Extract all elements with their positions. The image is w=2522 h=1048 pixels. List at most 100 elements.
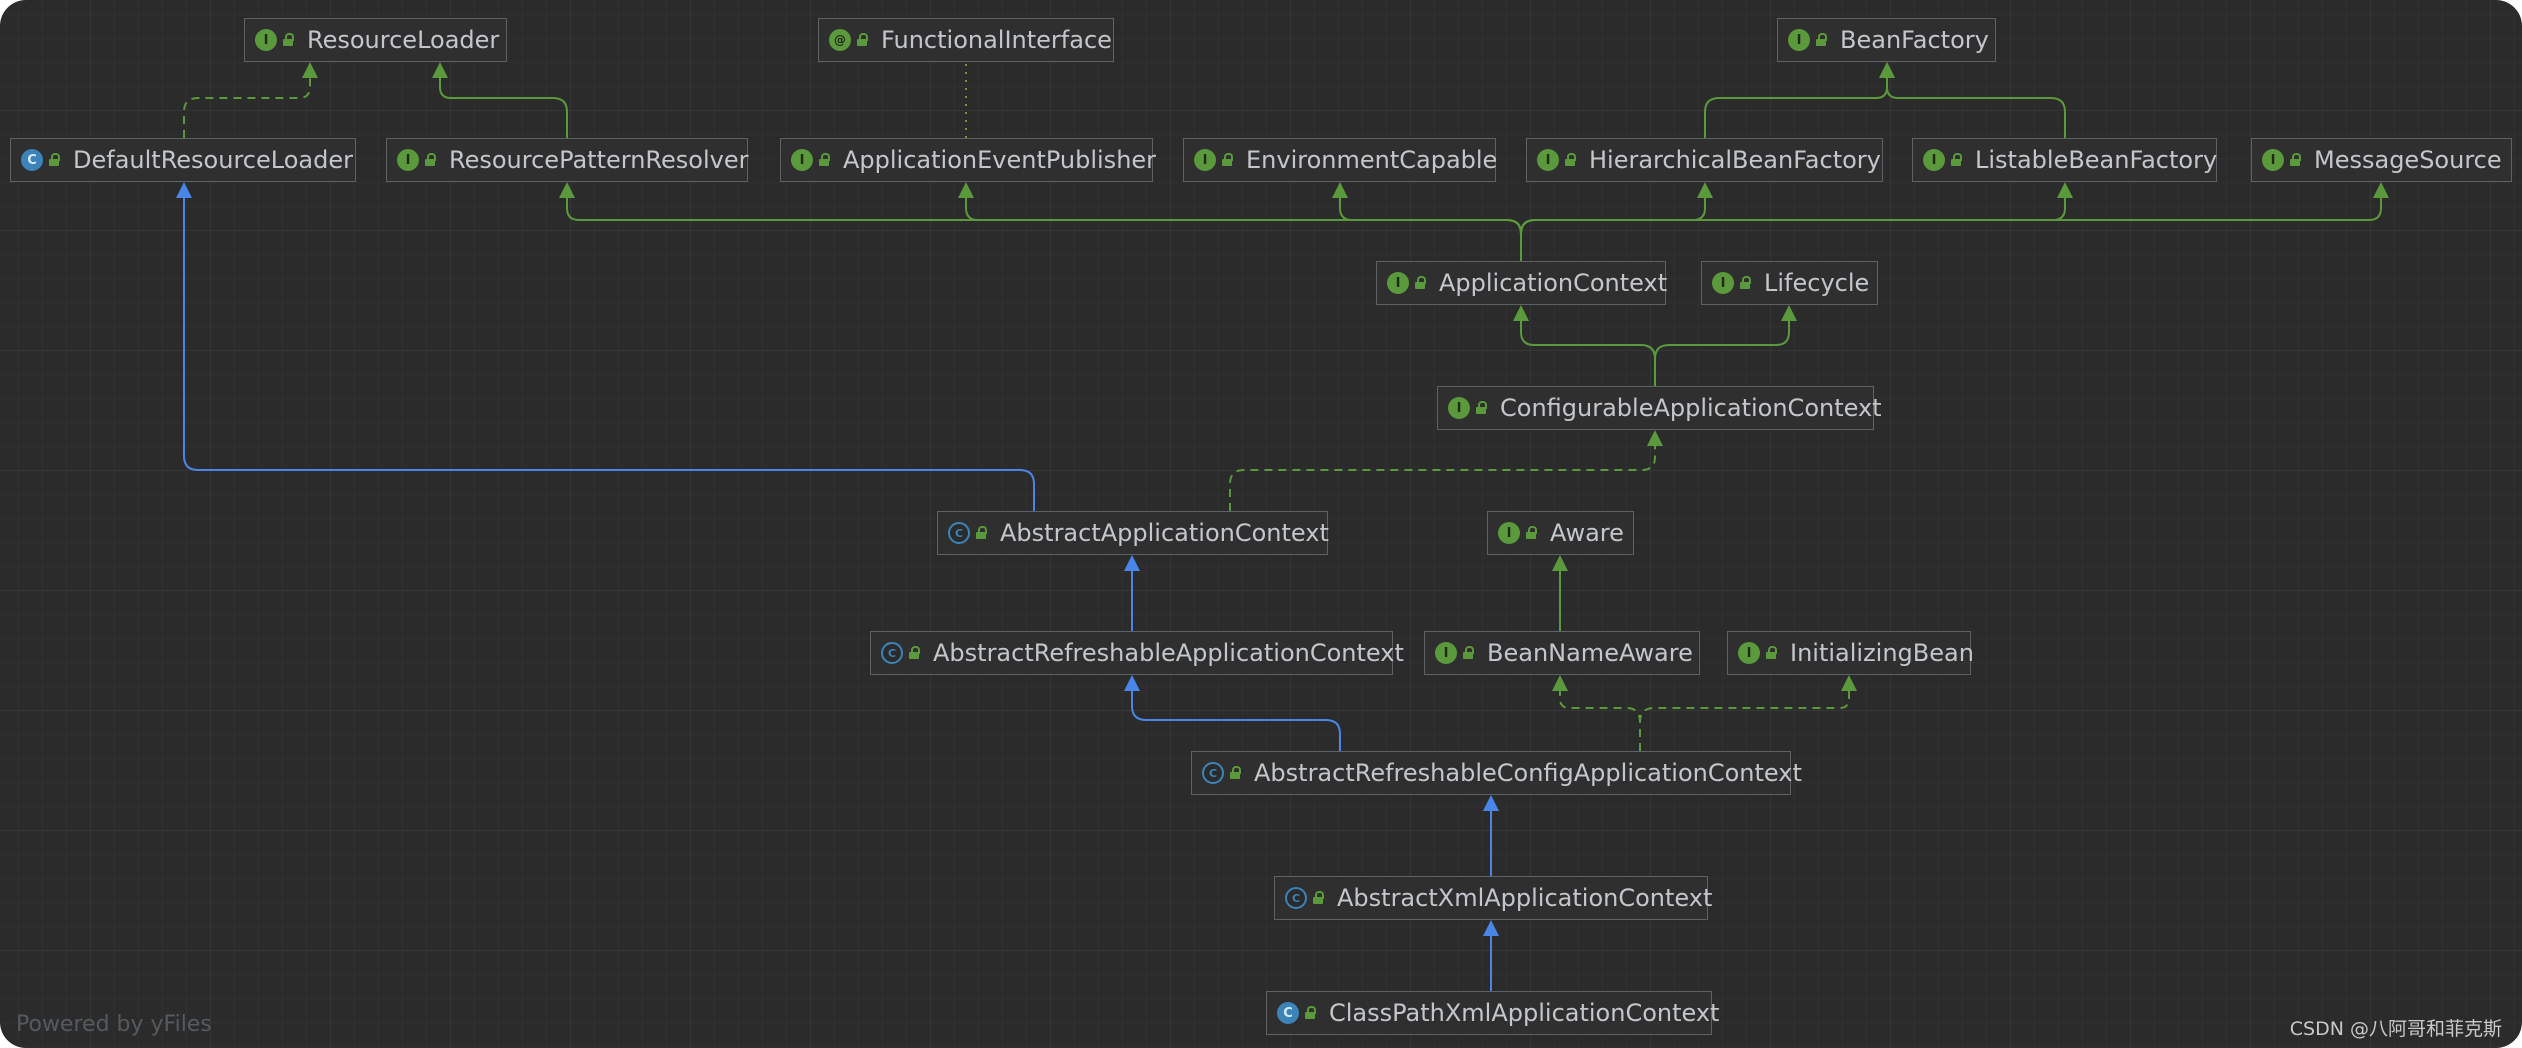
- edge-abstractapplicationcontext-to-configurableapplicationcontext: [1229, 430, 1663, 511]
- arrowhead: [1781, 305, 1797, 321]
- lock-icon: [1313, 891, 1324, 905]
- interface-icon: I: [2262, 149, 2284, 171]
- node-label: ListableBeanFactory: [1975, 146, 2218, 174]
- lock-icon: [425, 153, 436, 167]
- node-label: AbstractRefreshableApplicationContext: [933, 639, 1404, 667]
- node-label: DefaultResourceLoader: [73, 146, 353, 174]
- node-environmentcapable[interactable]: I EnvironmentCapable: [1183, 138, 1497, 182]
- edge-line: [1886, 76, 2066, 138]
- lock-icon: [1222, 153, 1233, 167]
- powered-by-text: Powered by yFiles: [16, 1012, 212, 1037]
- edge-applicationcontext-to-listablebeanfactory: [1520, 182, 2073, 261]
- lock-icon: [1951, 153, 1962, 167]
- node-applicationcontext[interactable]: I ApplicationContext: [1376, 261, 1667, 305]
- interface-icon: I: [255, 29, 277, 51]
- arrowhead: [1841, 675, 1857, 691]
- arrowhead: [559, 182, 575, 198]
- arrowhead: [1124, 675, 1140, 691]
- node-classpathxmlapplicationcontext[interactable]: C ClassPathXmlApplicationContext: [1266, 991, 1719, 1035]
- edge-abstractrefreshableconfigapplicationcontext-to-abstractrefreshableapplicationcontext: [1124, 675, 1341, 751]
- node-configurableapplicationcontext[interactable]: I ConfigurableApplicationContext: [1437, 386, 1882, 430]
- arrowhead: [302, 62, 318, 78]
- node-functionalinterface[interactable]: @ FunctionalInterface: [818, 18, 1114, 62]
- node-label: Aware: [1550, 519, 1624, 547]
- node-listablebeanfactory[interactable]: I ListableBeanFactory: [1912, 138, 2217, 182]
- node-label: Lifecycle: [1764, 269, 1870, 297]
- node-lifecycle[interactable]: I Lifecycle: [1701, 261, 1878, 305]
- node-messagesource[interactable]: I MessageSource: [2251, 138, 2512, 182]
- node-beanfactory[interactable]: I BeanFactory: [1777, 18, 1996, 62]
- abstract-icon: C: [1285, 887, 1307, 909]
- lock-icon: [857, 33, 868, 47]
- node-label: ResourceLoader: [307, 26, 500, 54]
- arrowhead: [1647, 430, 1663, 446]
- edge-line: [183, 196, 1035, 511]
- edge-line: [1131, 689, 1341, 751]
- edge-line: [1654, 319, 1790, 386]
- interface-icon: I: [1498, 522, 1520, 544]
- edge-listablebeanfactory-to-beanfactory: [1879, 62, 2066, 138]
- edge-applicationcontext-to-applicationeventpublisher: [958, 182, 1522, 261]
- node-label: FunctionalInterface: [881, 26, 1112, 54]
- edge-applicationcontext-to-resourcepatternresolver: [559, 182, 1522, 261]
- arrowhead: [2373, 182, 2389, 198]
- node-label: AbstractApplicationContext: [1000, 519, 1329, 547]
- node-label: InitializingBean: [1790, 639, 1974, 667]
- arrowhead: [1697, 182, 1713, 198]
- node-abstractrefreshableconfigapplicationcontext[interactable]: C AbstractRefreshableConfigApplicationCon…: [1191, 751, 1802, 795]
- lock-icon: [1305, 1006, 1316, 1020]
- node-initializingbean[interactable]: I InitializingBean: [1727, 631, 1974, 675]
- interface-icon: I: [1738, 642, 1760, 664]
- arrowhead: [1552, 555, 1568, 571]
- edge-applicationcontext-to-environmentcapable: [1332, 182, 1522, 261]
- interface-icon: I: [1435, 642, 1457, 664]
- node-label: BeanNameAware: [1487, 639, 1693, 667]
- edge-line: [1229, 444, 1656, 511]
- edge-applicationcontext-to-messagesource: [1520, 182, 2389, 261]
- lock-icon: [1766, 646, 1777, 660]
- node-resourceloader[interactable]: I ResourceLoader: [244, 18, 507, 62]
- node-beannameaware[interactable]: I BeanNameAware: [1424, 631, 1700, 675]
- edge-line: [1339, 196, 1522, 261]
- lock-icon: [1415, 276, 1426, 290]
- node-hierarchicalbeanfactory[interactable]: I HierarchicalBeanFactory: [1526, 138, 1883, 182]
- lock-icon: [1230, 766, 1241, 780]
- edge-line: [965, 196, 1522, 261]
- arrowhead: [1513, 305, 1529, 321]
- lock-icon: [909, 646, 920, 660]
- lock-icon: [976, 526, 987, 540]
- node-applicationeventpublisher[interactable]: I ApplicationEventPublisher: [780, 138, 1156, 182]
- lock-icon: [1463, 646, 1474, 660]
- lock-icon: [1740, 276, 1751, 290]
- edge-line: [1639, 689, 1850, 751]
- lock-icon: [819, 153, 830, 167]
- node-abstractapplicationcontext[interactable]: C AbstractApplicationContext: [937, 511, 1329, 555]
- edge-line: [1520, 196, 2382, 261]
- edge-classpathxmlapplicationcontext-to-abstractxmlapplicationcontext: [1483, 920, 1499, 991]
- edge-line: [1520, 196, 1706, 261]
- edge-configurableapplicationcontext-to-lifecycle: [1654, 305, 1797, 386]
- arrowhead: [1483, 920, 1499, 936]
- node-defaultresourceloader[interactable]: C DefaultResourceLoader: [10, 138, 356, 182]
- node-label: ConfigurableApplicationContext: [1500, 394, 1882, 422]
- node-label: BeanFactory: [1840, 26, 1989, 54]
- edge-line: [183, 76, 311, 138]
- edge-beannameaware-to-aware: [1552, 555, 1568, 631]
- edge-applicationcontext-to-hierarchicalbeanfactory: [1520, 182, 1713, 261]
- edge-abstractrefreshableconfigapplicationcontext-to-beannameaware: [1552, 675, 1641, 751]
- node-abstractxmlapplicationcontext[interactable]: C AbstractXmlApplicationContext: [1274, 876, 1712, 920]
- node-aware[interactable]: I Aware: [1487, 511, 1634, 555]
- diagram-canvas: I ResourceLoader @ FunctionalInterface I Bean…: [0, 0, 2522, 1048]
- edge-abstractxmlapplicationcontext-to-abstractrefreshableconfigapplicationcontext: [1483, 795, 1499, 876]
- watermark-text: CSDN @八阿哥和菲克斯: [2289, 1018, 2502, 1040]
- edge-line: [439, 76, 568, 138]
- abstract-icon: C: [1202, 762, 1224, 784]
- interface-icon: I: [1448, 397, 1470, 419]
- node-resourcepatternresolver[interactable]: I ResourcePatternResolver: [386, 138, 748, 182]
- arrowhead: [1124, 555, 1140, 571]
- arrowhead: [2057, 182, 2073, 198]
- node-abstractrefreshableapplicationcontext[interactable]: C AbstractRefreshableApplicationContext: [870, 631, 1404, 675]
- lock-icon: [1526, 526, 1537, 540]
- edge-configurableapplicationcontext-to-applicationcontext: [1513, 305, 1656, 386]
- interface-icon: I: [397, 149, 419, 171]
